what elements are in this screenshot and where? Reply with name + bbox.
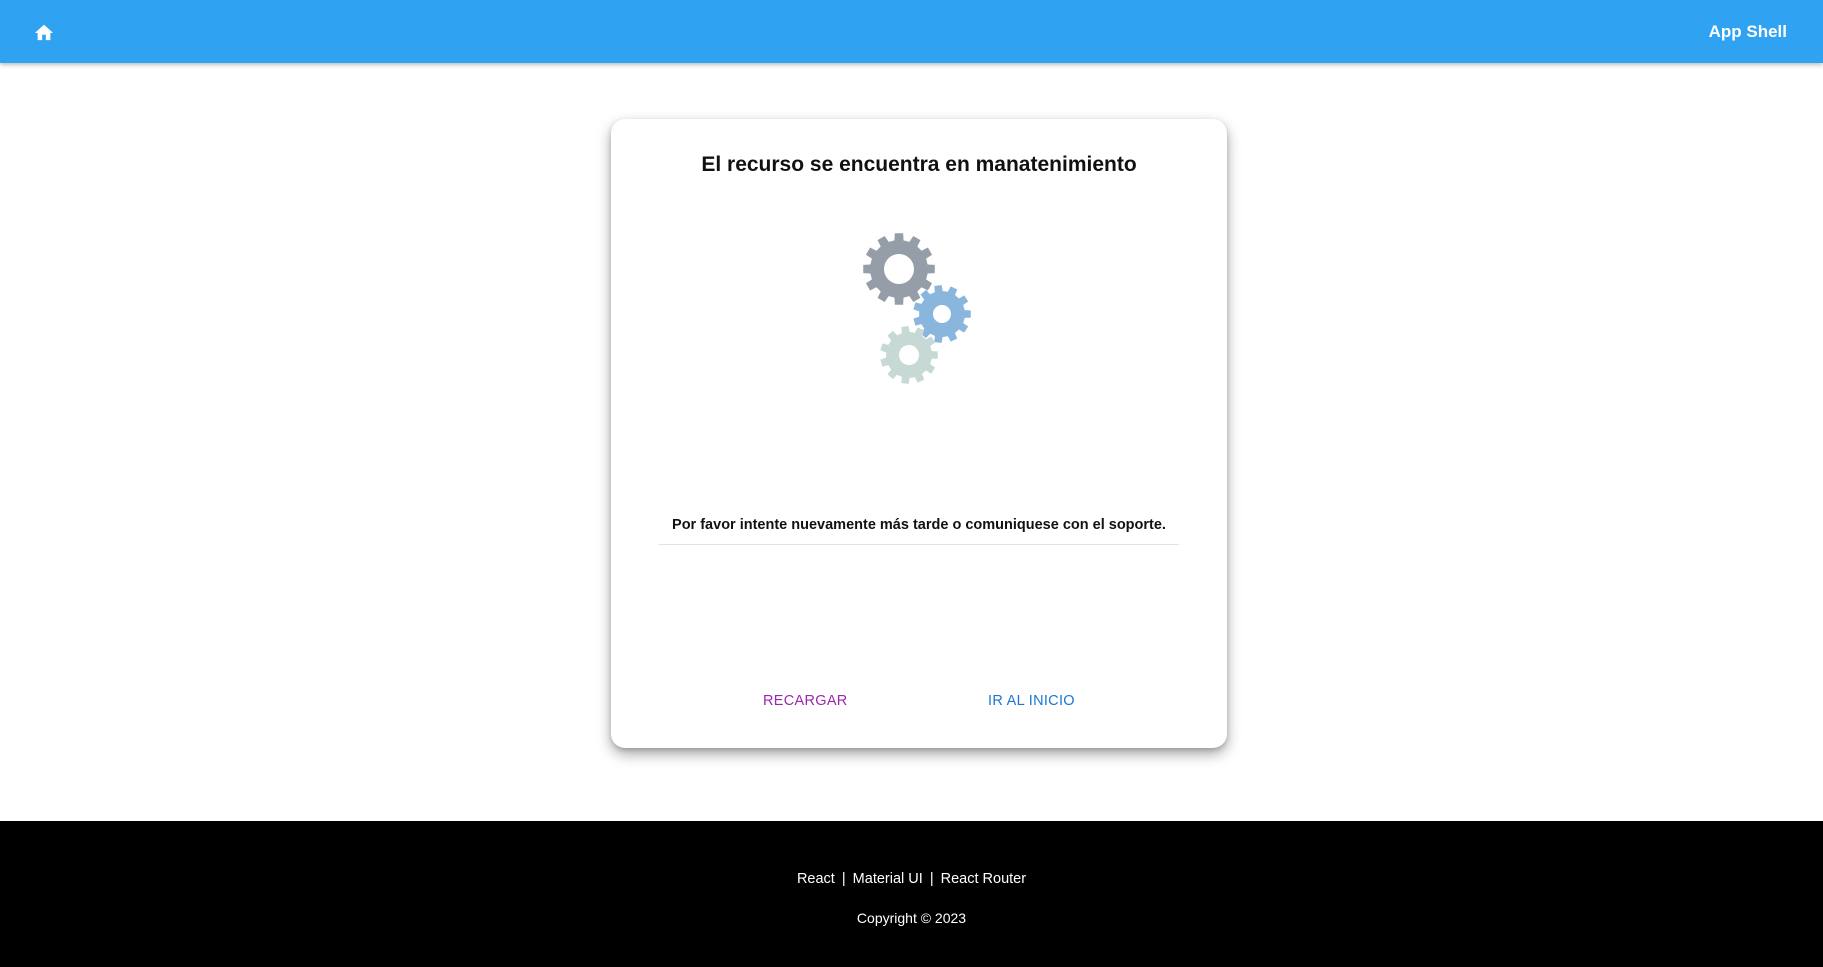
footer-separator: |	[841, 871, 846, 887]
card-title: El recurso se encuentra en manatenimient…	[701, 153, 1137, 176]
app-title: App Shell	[1708, 21, 1787, 41]
go-home-button[interactable]: IR AL INICIO	[988, 693, 1075, 709]
home-button[interactable]	[30, 18, 58, 46]
footer-separator: |	[929, 871, 934, 887]
footer-link-react[interactable]: React	[797, 871, 835, 887]
footer: React | Material UI | React Router Copyr…	[0, 821, 1823, 967]
gears-icon	[863, 233, 971, 384]
maintenance-message: Por favor intente nuevamente más tarde o…	[672, 517, 1166, 533]
reload-button[interactable]: RECARGAR	[763, 693, 848, 709]
divider	[659, 544, 1179, 545]
footer-links: React | Material UI | React Router	[0, 871, 1823, 887]
copyright-text: Copyright © 2023	[856, 910, 967, 926]
maintenance-card: El recurso se encuentra en manatenimient…	[611, 119, 1227, 748]
footer-link-react-router[interactable]: React Router	[941, 871, 1026, 887]
app-bar: App Shell	[0, 0, 1823, 63]
footer-link-material-ui[interactable]: Material UI	[853, 871, 923, 887]
home-icon	[34, 24, 54, 40]
